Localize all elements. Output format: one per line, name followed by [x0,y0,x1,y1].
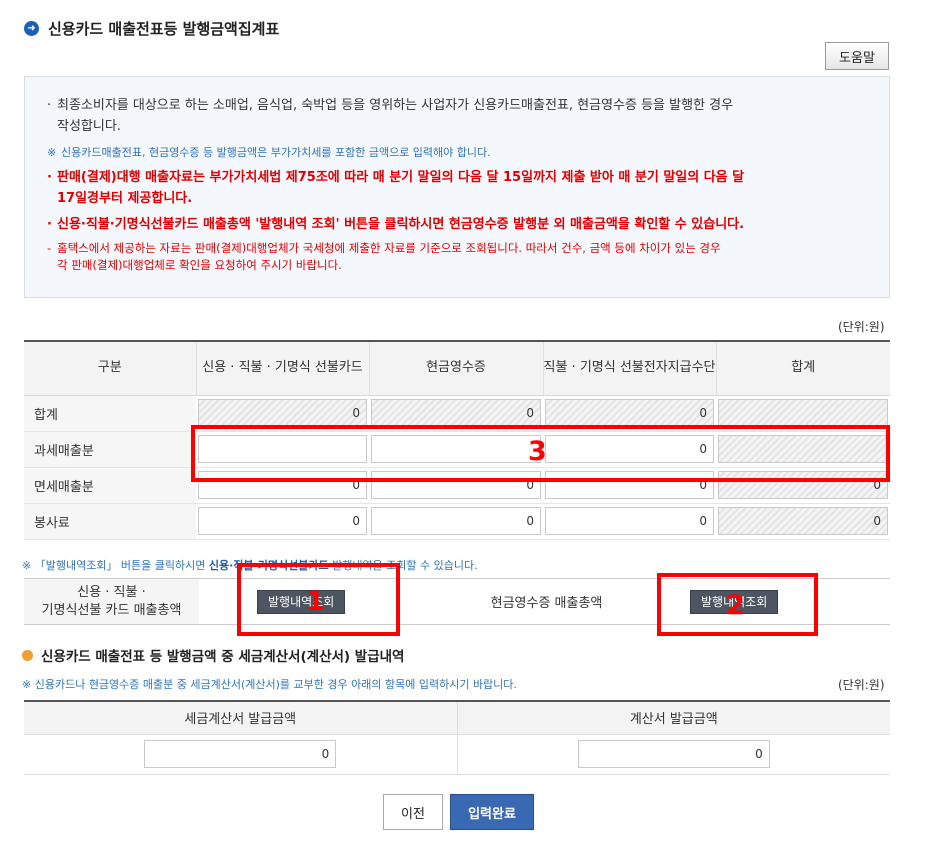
info-red-2: · 신용·직불·기명식선불카드 매출총액 '발행내역 조회' 버튼을 클릭하시면… [47,214,867,235]
invoice-note: ※ 신용카드나 현금영수증 매출분 중 세금계산서(계산서)를 교부한 경우 아… [22,678,517,691]
submit-button[interactable]: 입력완료 [450,794,534,830]
info-note: ※ 신용카드매출전표, 현금영수증 등 발행금액은 부가가치세를 포함한 금액으… [47,142,867,163]
service-prepaid-field[interactable] [545,507,714,535]
col-header: 계산서 발급금액 [457,701,890,735]
col-header: 구분 [24,341,197,396]
bullet-icon: · [47,98,52,113]
service-card-field[interactable] [198,507,367,535]
col-header: 신용 · 직불 · 기명식 선불카드 [196,341,370,396]
info-red-1: · 판매(결제)대행 매출자료는 부가가치세법 제75조에 따라 매 분기 말일… [47,167,867,209]
row-label: 합계 [24,395,196,432]
page-title: 신용카드 매출전표등 발행금액집계표 [48,19,280,38]
info-line-1: · 최종소비자를 대상으로 하는 소매업, 음식업, 숙박업 등을 영위하는 사… [47,95,867,137]
invoice-title: 신용카드 매출전표 등 발행금액 중 세금계산서(계산서) 발급내역 [41,649,405,665]
callout-number-1: 1 [306,586,325,617]
callout-number-3: 3 [528,436,547,467]
invoice-title-row: 신용카드 매출전표 등 발행금액 중 세금계산서(계산서) 발급내역 [22,646,405,665]
orange-bullet-icon [22,649,33,661]
invoice-unit-label: (단위:원) [838,678,885,692]
col-header: 합계 [716,341,890,396]
invoice-header-row: 세금계산서 발급금액 계산서 발급금액 [24,701,890,735]
note-mark-icon: ※ [22,678,32,691]
note-mark-icon: ※ [47,146,57,159]
invoice-amount-field[interactable] [577,740,770,768]
info-box: · 최종소비자를 대상으로 하는 소매업, 음식업, 숙박업 등을 영위하는 사… [24,76,890,298]
col-header: 직불 · 기명식 선불전자지급수단 [543,341,717,396]
arrow-circle-icon: ➜ [24,20,39,36]
row-label: 과세매출분 [24,431,196,468]
sales-header-row: 구분 신용 · 직불 · 기명식 선불카드 현금영수증 직불 · 기명식 선불전… [24,341,890,396]
callout-number-2: 2 [726,590,745,621]
card-total-label: 신용 · 직불 · 기명식선불 카드 매출총액 [24,578,199,625]
bullet-icon: · [47,170,52,185]
table-row: 봉사료 [24,503,890,540]
cash-total-label: 현금영수증 매출총액 [490,596,603,611]
invoice-table: 세금계산서 발급금액 계산서 발급금액 [24,700,890,775]
total-prepaid-field [545,399,714,427]
row-label: 면세매출분 [24,467,196,504]
service-sum-field [718,507,888,535]
tax-invoice-amount-field[interactable] [144,740,337,768]
table-row [24,734,890,775]
col-header: 세금계산서 발급금액 [24,701,458,735]
bullet-icon: · [47,217,52,232]
info-red-3: - 홈택스에서 제공하는 자료는 판매(결제)대행업체가 국세청에 제출한 자료… [47,241,721,272]
help-button[interactable]: 도움말 [825,42,889,70]
total-sum-field [718,399,888,427]
page-title-row: ➜ 신용카드 매출전표등 발행금액집계표 [24,18,279,38]
row-label: 봉사료 [24,503,196,540]
service-cash-field[interactable] [371,507,541,535]
note-mark-icon: ※ [22,559,32,572]
col-header: 현금영수증 [369,341,544,396]
dash-icon: - [47,241,52,255]
unit-label: (단위:원) [838,320,885,334]
total-cash-field [371,399,541,427]
total-card-field [198,399,367,427]
prev-button[interactable]: 이전 [383,794,443,830]
